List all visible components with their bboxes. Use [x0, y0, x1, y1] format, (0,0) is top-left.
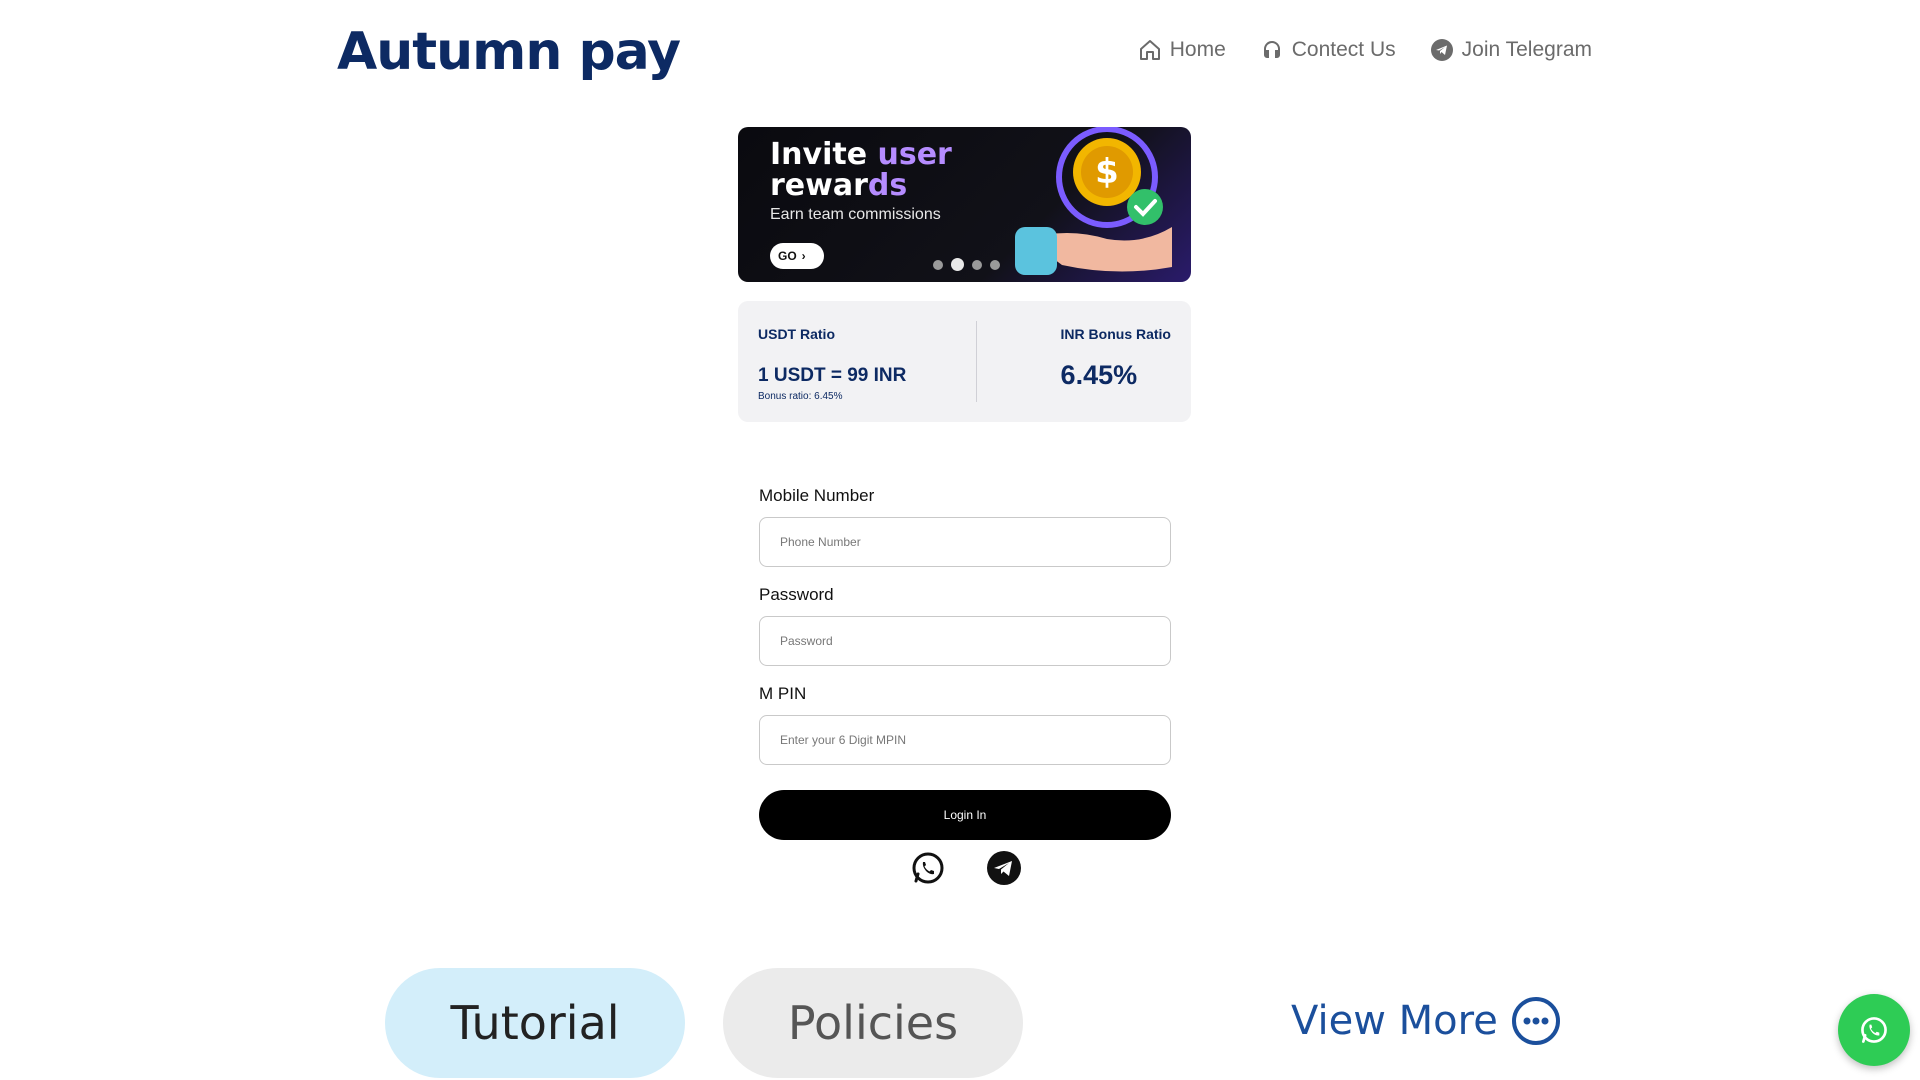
inr-bonus-label: INR Bonus Ratio [1060, 326, 1171, 342]
carousel-dot-2[interactable] [951, 258, 964, 271]
usdt-ratio: USDT Ratio 1 USDT = 99 INR Bonus ratio: … [758, 326, 906, 402]
usdt-ratio-label: USDT Ratio [758, 326, 835, 342]
login-form: Mobile Number Password M PIN Login In [759, 486, 1171, 840]
whatsapp-icon[interactable] [910, 850, 946, 886]
nav-contact[interactable]: Contect Us [1260, 38, 1396, 62]
promo-banner[interactable]: Invite user rewards Earn team commission… [738, 127, 1191, 282]
nav-telegram-label: Join Telegram [1461, 38, 1592, 61]
inr-bonus-ratio: INR Bonus Ratio 6.45% [1061, 326, 1171, 391]
view-more-label: View More [1291, 998, 1498, 1044]
carousel-dot-3[interactable] [972, 259, 982, 270]
carousel-dots [933, 258, 1000, 271]
telegram-icon[interactable] [986, 850, 1022, 886]
nav-home[interactable]: Home [1138, 38, 1226, 62]
carousel-dot-1[interactable] [933, 259, 943, 270]
top-nav: Home Contect Us Join Telegram [1138, 38, 1592, 62]
social-links [910, 850, 1022, 886]
brand-logo[interactable]: Autumn pay [337, 22, 681, 82]
password-label: Password [759, 585, 834, 604]
nav-contact-label: Contect Us [1291, 38, 1396, 61]
password-input[interactable] [759, 616, 1171, 666]
mobile-label: Mobile Number [759, 486, 875, 505]
nav-home-label: Home [1169, 38, 1226, 61]
banner-go-button[interactable]: GO › [770, 243, 824, 269]
bonus-ratio-note: Bonus ratio: 6.45% [758, 391, 843, 402]
banner-title: Invite user rewards [770, 137, 952, 203]
mpin-label: M PIN [759, 684, 807, 703]
ratio-divider [976, 321, 977, 402]
svg-text:$: $ [1095, 152, 1119, 192]
carousel-dot-4[interactable] [990, 259, 1000, 270]
login-button[interactable]: Login In [759, 790, 1171, 840]
coin-hand-illustration: $ [1015, 127, 1172, 275]
mpin-input[interactable] [759, 715, 1171, 765]
inr-bonus-value: 6.45% [1060, 360, 1138, 390]
usdt-ratio-value: 1 USDT = 99 INR [758, 365, 907, 386]
whatsapp-fab[interactable] [1838, 994, 1910, 1066]
tutorial-button[interactable]: Tutorial [385, 968, 685, 1078]
policies-button[interactable]: Policies [723, 968, 1023, 1078]
banner-subtitle: Earn team commissions [770, 206, 941, 223]
nav-telegram[interactable]: Join Telegram [1430, 38, 1592, 62]
ratio-card: USDT Ratio 1 USDT = 99 INR Bonus ratio: … [738, 301, 1191, 422]
telegram-icon [1430, 39, 1453, 61]
headset-icon [1263, 41, 1280, 58]
view-more-link[interactable]: View More [1291, 995, 1562, 1047]
chevron-right-icon: › [801, 249, 806, 263]
mobile-input[interactable] [759, 517, 1171, 567]
home-icon [1139, 40, 1160, 60]
whatsapp-icon [1861, 1017, 1887, 1043]
more-dots-icon [1511, 997, 1560, 1045]
